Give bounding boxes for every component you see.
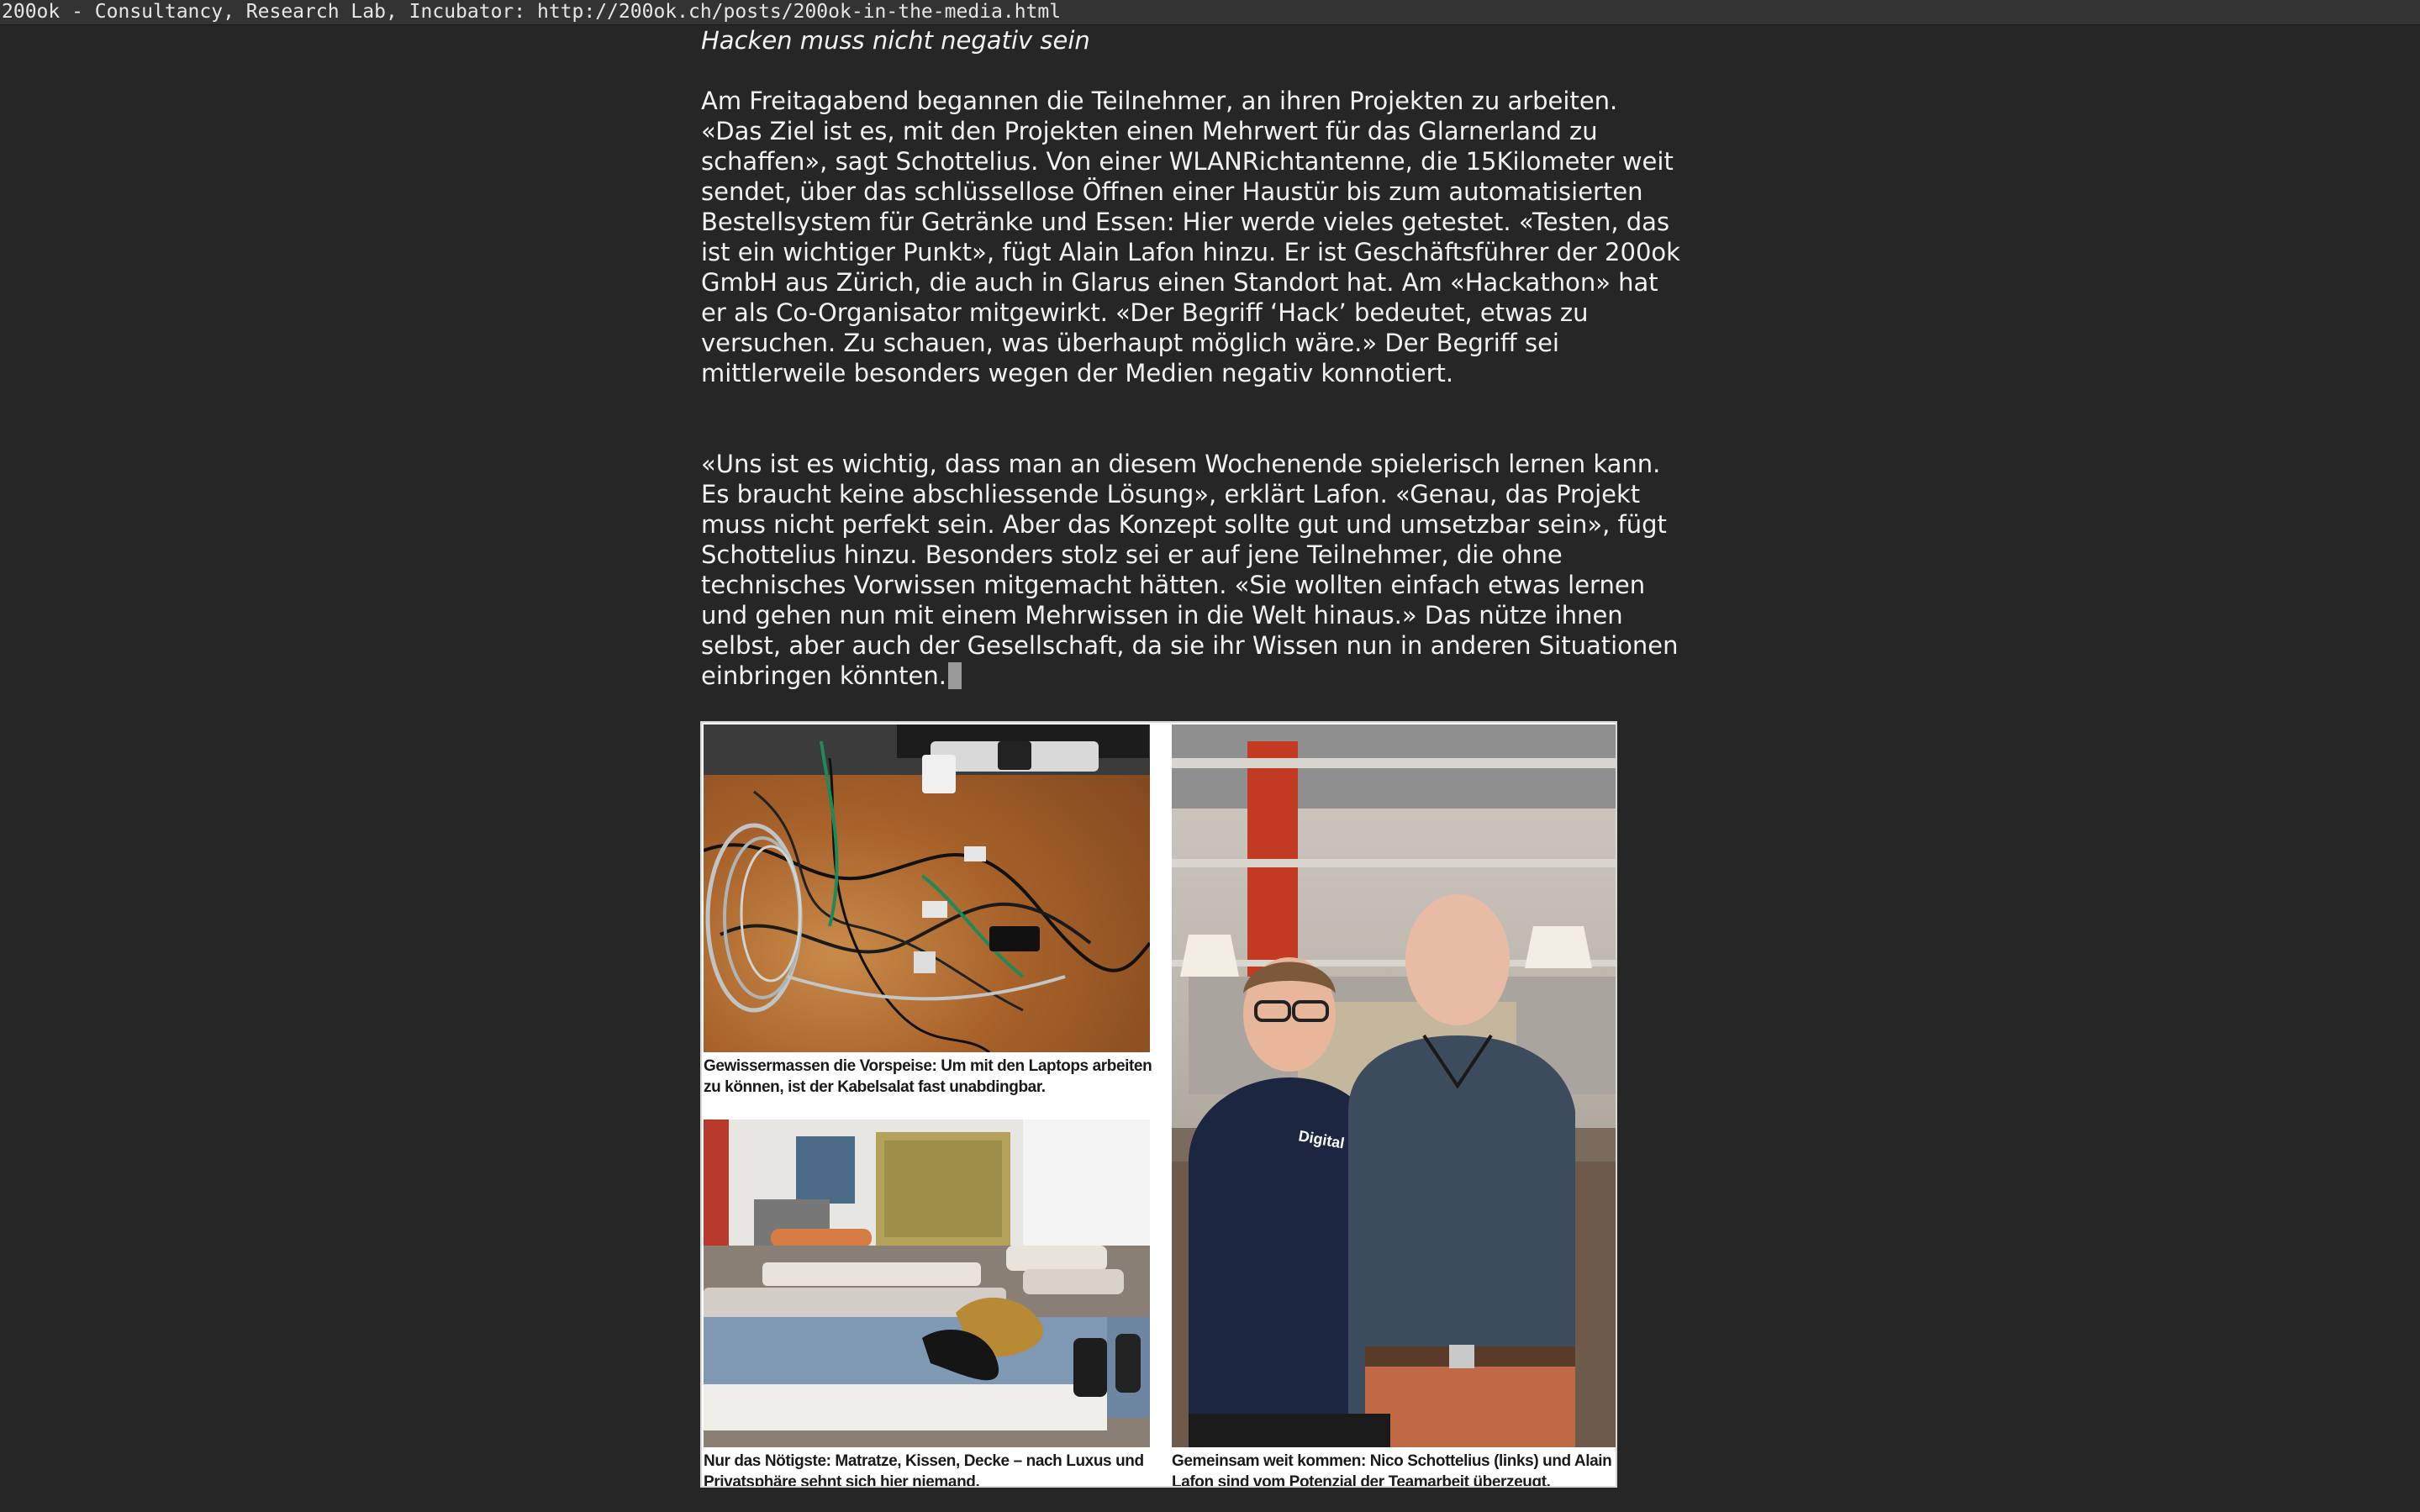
caption-people: Gemeinsam weit kommen: Nico Schottelius …: [1172, 1452, 1612, 1488]
article-paragraph-2: «Uns ist es wichtig, dass man an diesem …: [701, 449, 1680, 691]
window-titlebar: 200ok - Consultancy, Research Lab, Incub…: [0, 0, 2420, 25]
window-title: 200ok - Consultancy, Research Lab, Incub…: [2, 1, 1062, 23]
people-photo: Digital Glarus: [1172, 724, 1616, 1447]
article-subheading: Hacken muss nicht negativ sein: [701, 26, 1090, 55]
beds-photo: [704, 1120, 1150, 1447]
paragraph-2-text: «Uns ist es wichtig, dass man an diesem …: [701, 450, 1679, 690]
newspaper-figure: Gewissermassen die Vorspeise: Um mit den…: [700, 721, 1617, 1488]
text-cursor: [947, 662, 962, 689]
paragraph-1-text: Am Freitagabend begannen die Teilnehmer,…: [701, 87, 1680, 387]
article-paragraph-1: Am Freitagabend begannen die Teilnehmer,…: [701, 86, 1680, 388]
caption-beds: Nur das Nötigste: Matratze, Kissen, Deck…: [704, 1452, 1144, 1488]
cables-photo: [704, 724, 1150, 1052]
caption-cables: Gewissermassen die Vorspeise: Um mit den…: [704, 1057, 1152, 1096]
